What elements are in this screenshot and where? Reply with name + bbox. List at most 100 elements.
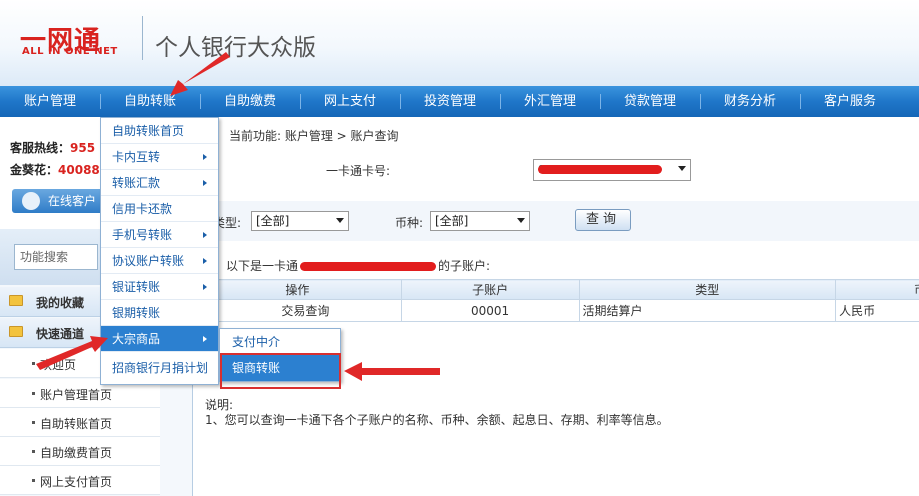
table-cell: 人民币	[835, 299, 919, 322]
menu-item-agreement-transfer[interactable]: 协议账户转账	[101, 248, 218, 274]
main-content: 当前功能: 账户管理 > 账户查询 一卡通卡号: 9552 ********* …	[192, 117, 919, 496]
redaction-mark	[538, 165, 662, 174]
edition-title: 个人银行大众版	[155, 35, 316, 61]
nav-self-transfer[interactable]: 自助转账	[100, 86, 200, 117]
list-header-suffix: 的子账户:	[438, 259, 491, 273]
sub-account-table: 操作 子账户 类型 币种 交易查询 00001 活期结算户 人民币	[193, 279, 919, 322]
bullet-icon	[32, 362, 35, 365]
page-header: 一网通 ALL IN ONE NET 个人银行大众版	[0, 0, 919, 86]
currency-select-value: [全部]	[435, 214, 469, 228]
table-cell: 00001	[400, 299, 580, 322]
nav-account-management[interactable]: 账户管理	[0, 86, 100, 117]
currency-select[interactable]: [全部]	[430, 211, 530, 231]
card-number-select[interactable]: 9552 ********* 5492	[533, 159, 691, 181]
chevron-right-icon	[203, 154, 207, 160]
menu-item-label: 转账汇款	[112, 176, 161, 190]
bullet-icon	[32, 450, 35, 453]
online-service-label: 在线客户	[48, 194, 97, 208]
menu-item-label: 自助转账首页	[112, 124, 185, 138]
redaction-mark	[300, 262, 437, 271]
nav-investment[interactable]: 投资管理	[400, 86, 500, 117]
jinkuihua-label: 金葵花：	[10, 163, 59, 177]
menu-item-credit-card-repay[interactable]: 信用卡还款	[101, 196, 218, 222]
menu-item-monthly-donation[interactable]: 招商银行月捐计划	[101, 352, 218, 384]
menu-item-label: 卡内互转	[112, 150, 161, 164]
column-header: 操作	[193, 279, 402, 300]
column-header: 子账户	[400, 279, 580, 300]
bank-logo[interactable]: 一网通 ALL IN ONE NET	[18, 20, 130, 60]
nav-loan[interactable]: 贷款管理	[600, 86, 700, 117]
menu-item-commodities[interactable]: 大宗商品	[101, 326, 218, 352]
menu-item-bank-securities[interactable]: 银证转账	[101, 274, 218, 300]
category-label: 快速通道	[36, 327, 85, 341]
menu-item-in-card-transfer[interactable]: 卡内互转	[101, 144, 218, 170]
self-transfer-dropdown: 自助转账首页 卡内互转 转账汇款 信用卡还款 手机号转账 协议账户转账 银证转账…	[100, 117, 219, 385]
table-header-row: 操作 子账户 类型 币种	[193, 279, 919, 300]
menu-item-bank-futures[interactable]: 银期转账	[101, 300, 218, 326]
folder-icon	[9, 326, 23, 337]
column-header: 类型	[578, 279, 837, 300]
sidebar-item-label: 自助缴费首页	[40, 446, 113, 460]
bullet-icon	[32, 392, 35, 395]
folder-icon	[9, 295, 23, 306]
query-button[interactable]: 查询	[575, 209, 631, 231]
chevron-right-icon	[203, 336, 207, 342]
bullet-icon	[32, 479, 35, 482]
hotline-label: 客服热线：	[10, 141, 71, 155]
sidebar-item-transfer-home[interactable]: 自助转账首页	[0, 408, 160, 437]
menu-item-label: 协议账户转账	[112, 254, 185, 268]
table-row: 交易查询 00001 活期结算户 人民币	[193, 299, 919, 322]
sidebar-item-onlinepay-home[interactable]: 网上支付首页	[0, 466, 160, 495]
card-number-row: 一卡通卡号: 9552 ********* 5492	[193, 153, 919, 187]
logo-en-text: ALL IN ONE NET	[22, 46, 118, 57]
nav-online-pay[interactable]: 网上支付	[300, 86, 400, 117]
sidebar-item-label: 网上支付首页	[40, 475, 113, 489]
list-header-prefix: 以下是一卡通	[226, 259, 299, 273]
jinkuihua-value: 40088	[58, 163, 100, 177]
category-label: 我的收藏	[36, 296, 85, 310]
bullet-icon	[32, 421, 35, 424]
sidebar-item-label: 账户管理首页	[40, 388, 113, 402]
nav-customer-service[interactable]: 客户服务	[800, 86, 900, 117]
nav-forex[interactable]: 外汇管理	[500, 86, 600, 117]
breadcrumb: 当前功能: 账户管理 > 账户查询	[229, 129, 399, 143]
menu-item-label: 大宗商品	[112, 332, 161, 346]
chevron-down-icon	[678, 166, 686, 171]
person-icon	[22, 192, 40, 210]
sub-account-list-header: 以下是一卡通 的子账户:	[193, 255, 919, 277]
sidebar-item-payment-home[interactable]: 自助缴费首页	[0, 437, 160, 466]
menu-item-label: 银期转账	[112, 306, 161, 320]
chevron-right-icon	[203, 180, 207, 186]
menu-item-transfer-home[interactable]: 自助转账首页	[101, 118, 218, 144]
hotline-row: 客服热线：955	[10, 139, 95, 156]
menu-item-label: 支付中介	[232, 335, 281, 349]
menu-item-remittance[interactable]: 转账汇款	[101, 170, 218, 196]
submenu-item-payment-agent[interactable]: 支付中介	[220, 329, 340, 355]
chevron-right-icon	[203, 232, 207, 238]
jinkuihua-row: 金葵花：40088	[10, 161, 100, 178]
chevron-down-icon	[517, 218, 525, 223]
annotation-highlight-box	[220, 353, 341, 389]
menu-item-label: 手机号转账	[112, 228, 173, 242]
menu-item-label: 信用卡还款	[112, 202, 173, 216]
sidebar-item-label: 欢迎页	[40, 358, 77, 372]
function-search-input[interactable]: 功能搜索	[14, 244, 98, 270]
type-select-value: [全部]	[256, 214, 290, 228]
menu-item-label: 银证转账	[112, 280, 161, 294]
nav-finance-analysis[interactable]: 财务分析	[700, 86, 800, 117]
filter-bar: 类型: [全部] 币种: [全部] 查询	[193, 201, 919, 241]
main-nav: 账户管理 自助转账 自助缴费 网上支付 投资管理 外汇管理 贷款管理 财务分析 …	[0, 86, 919, 117]
menu-item-label: 招商银行月捐计划	[112, 361, 209, 375]
menu-item-phone-transfer[interactable]: 手机号转账	[101, 222, 218, 248]
hotline-value: 955	[70, 141, 96, 155]
column-header: 币种	[835, 279, 919, 300]
type-select[interactable]: [全部]	[251, 211, 349, 231]
transaction-query-link[interactable]: 交易查询	[193, 299, 402, 322]
table-cell: 活期结算户	[578, 299, 837, 322]
nav-self-payment[interactable]: 自助缴费	[200, 86, 300, 117]
header-divider	[142, 16, 143, 60]
card-number-label: 一卡通卡号:	[326, 164, 391, 178]
currency-label: 币种:	[395, 216, 424, 230]
chevron-right-icon	[203, 258, 207, 264]
explanation-text: 1、您可以查询一卡通下各个子账户的名称、币种、余额、起息日、存期、利率等信息。	[205, 413, 669, 427]
